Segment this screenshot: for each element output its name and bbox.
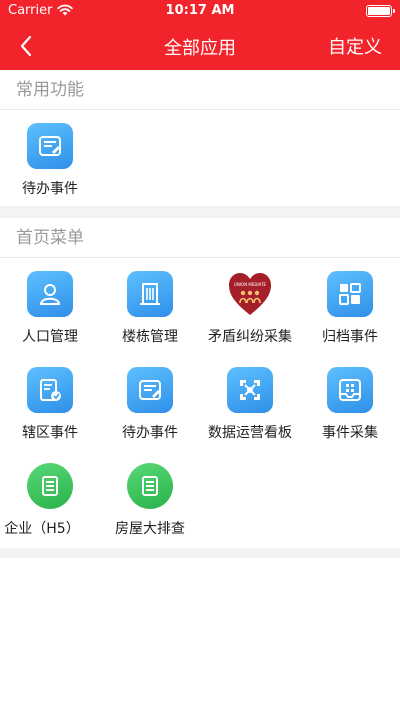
battery-icon <box>366 5 395 17</box>
dashboard-icon <box>227 367 273 413</box>
app-item-population[interactable]: 人口管理 <box>0 258 100 354</box>
section-frequent: 常用功能 待办事件 <box>0 70 400 206</box>
app-label: 楼栋管理 <box>122 329 178 345</box>
header: Carrier 10:17 AM 全部应用 自定义 <box>0 0 400 70</box>
nav-bar: 全部应用 自定义 <box>0 22 400 70</box>
app-label: 数据运营看板 <box>208 425 292 441</box>
app-label: 企业（H5） <box>4 521 80 537</box>
app-label: 人口管理 <box>22 329 78 345</box>
app-item-house-check[interactable]: 房屋大排查 <box>100 450 200 546</box>
app-grid: 待办事件 <box>0 110 400 206</box>
section-home-menu: 首页菜单 人口管理 楼栋管理 UNION MEDIATE 矛盾纠纷采集 归档事件… <box>0 218 400 548</box>
app-item-archive[interactable]: 归档事件 <box>300 258 400 354</box>
app-item-todo[interactable]: 待办事件 <box>0 110 100 206</box>
section-divider <box>0 548 400 558</box>
app-label: 待办事件 <box>22 181 78 197</box>
app-item-todo[interactable]: 待办事件 <box>100 354 200 450</box>
section-divider <box>0 206 400 218</box>
todo-icon <box>27 123 73 169</box>
app-item-district[interactable]: 辖区事件 <box>0 354 100 450</box>
collect-icon <box>327 367 373 413</box>
app-item-dispute[interactable]: UNION MEDIATE 矛盾纠纷采集 <box>200 258 300 354</box>
app-item-dashboard[interactable]: 数据运营看板 <box>200 354 300 450</box>
district-doc-icon <box>27 367 73 413</box>
customize-button[interactable]: 自定义 <box>328 33 382 59</box>
app-label: 待办事件 <box>122 425 178 441</box>
enterprise-doc-icon <box>27 463 73 509</box>
archive-grid-icon <box>327 271 373 317</box>
app-label: 房屋大排查 <box>115 521 185 537</box>
house-check-doc-icon <box>127 463 173 509</box>
app-item-building[interactable]: 楼栋管理 <box>100 258 200 354</box>
todo-icon <box>127 367 173 413</box>
app-label: 事件采集 <box>322 425 378 441</box>
person-icon <box>27 271 73 317</box>
section-title: 首页菜单 <box>0 218 400 258</box>
app-item-enterprise[interactable]: 企业（H5） <box>0 450 100 546</box>
app-label: 矛盾纠纷采集 <box>208 329 292 345</box>
section-title: 常用功能 <box>0 70 400 110</box>
app-item-collect[interactable]: 事件采集 <box>300 354 400 450</box>
app-label: 归档事件 <box>322 329 378 345</box>
union-mediate-icon: UNION MEDIATE <box>227 271 273 317</box>
app-label: 辖区事件 <box>22 425 78 441</box>
clock-label: 10:17 AM <box>165 3 235 18</box>
app-grid: 人口管理 楼栋管理 UNION MEDIATE 矛盾纠纷采集 归档事件 辖区事件… <box>0 258 400 548</box>
building-icon <box>127 271 173 317</box>
status-bar: Carrier 10:17 AM <box>0 0 400 22</box>
logo-text: UNION MEDIATE <box>234 282 267 287</box>
